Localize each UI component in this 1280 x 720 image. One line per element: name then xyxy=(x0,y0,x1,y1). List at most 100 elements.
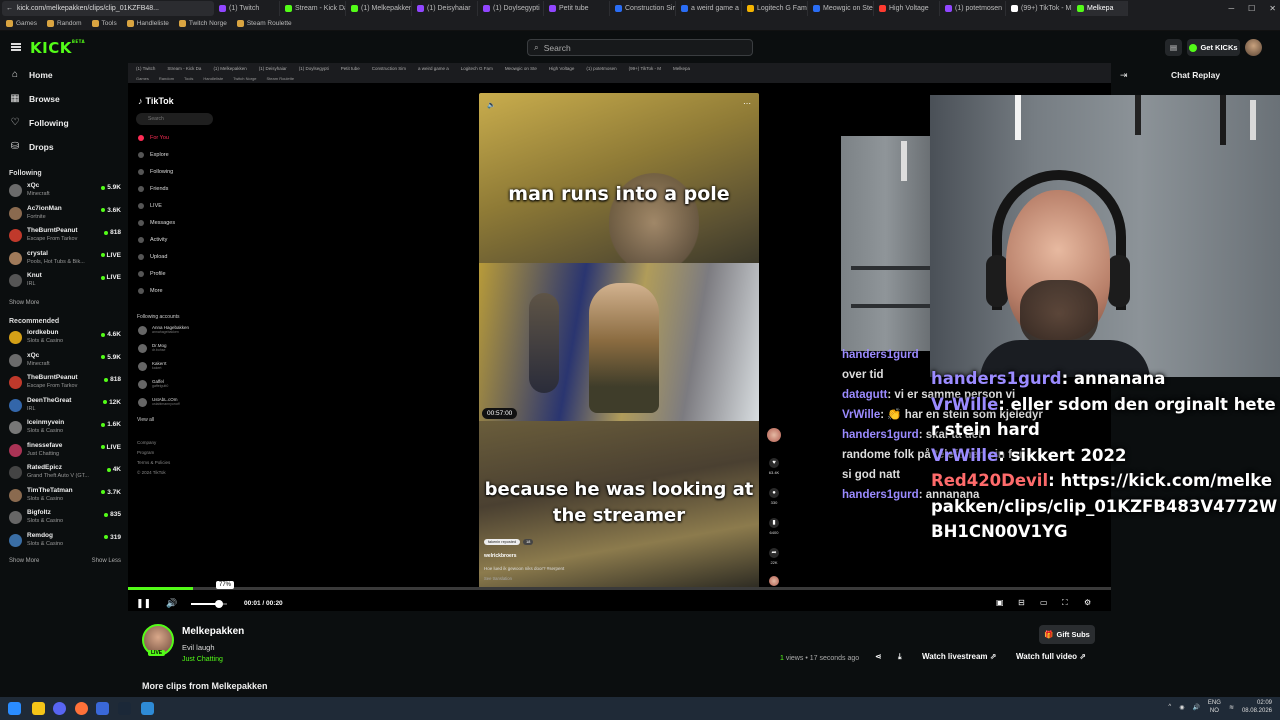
language-indicator[interactable]: ENG NO xyxy=(1208,699,1221,715)
sidebar-channel[interactable]: DeenTheGreat IRL 12K xyxy=(9,396,121,414)
volume-tray-icon[interactable]: 🔊 xyxy=(1192,704,1199,711)
browser-tab[interactable]: (1) potetmosen xyxy=(940,1,1006,16)
volume-knob[interactable] xyxy=(214,600,223,608)
windows-start-icon[interactable] xyxy=(8,702,21,715)
bookmark-item[interactable]: Twitch Norge xyxy=(178,20,227,27)
browser-tab[interactable]: Stream - Kick Da xyxy=(280,1,346,16)
maximize-icon[interactable]: ☐ xyxy=(1248,4,1255,13)
captured-bookmark: Steam Roulette xyxy=(266,76,295,81)
volume-icon[interactable]: 🔊 xyxy=(166,598,177,609)
captured-tab: (99+) TikTok - M xyxy=(628,66,662,71)
watch-livestream-button[interactable]: Watch livestream ⇗ xyxy=(922,652,996,661)
sidebar-channel[interactable]: TheBurntPeanut Escape From Tarkov 818 xyxy=(9,226,121,244)
app-icon-2[interactable] xyxy=(141,702,154,715)
bookmark-item[interactable]: Games xyxy=(6,20,37,27)
clip-category[interactable]: Just Chatting xyxy=(182,656,223,663)
watch-full-video-button[interactable]: Watch full video ⇗ xyxy=(1016,652,1086,661)
browser-tab[interactable]: a weird game a xyxy=(676,1,742,16)
collapse-chat-icon[interactable]: ⇥ xyxy=(1120,70,1128,81)
browser-tab[interactable]: High Voltage xyxy=(874,1,940,16)
sidebar-channel[interactable]: TheBurntPeanut Escape From Tarkov 818 xyxy=(9,373,121,391)
download-icon[interactable]: ⤓ xyxy=(898,652,902,662)
sidebar-channel[interactable]: Iceinmyvein Slots & Casino 1.6K xyxy=(9,418,121,436)
sidebar-nav-following[interactable]: ♡ Following xyxy=(10,118,69,129)
tab-favicon-icon xyxy=(747,5,754,12)
browser-tab[interactable]: Logitech G Fam xyxy=(742,1,808,16)
pause-icon[interactable]: ❚❚ xyxy=(136,598,151,609)
browser-tab[interactable]: (1) Doylsegypti xyxy=(478,1,544,16)
show-more-link[interactable]: Show More xyxy=(9,300,39,306)
sidebar-channel[interactable]: Bigfoltz Slots & Casino 835 xyxy=(9,508,121,526)
clock[interactable]: 02:09 08.08.2026 xyxy=(1242,699,1272,715)
tiktok-search: Search xyxy=(136,113,213,125)
sidebar-channel[interactable]: TimTheTatman Slots & Casino 3.7K xyxy=(9,486,121,504)
browser-tab[interactable]: (1) Melkepakken xyxy=(346,1,412,16)
captured-tab: Petit tube xyxy=(340,66,360,71)
wifi-icon[interactable]: ≋ xyxy=(1229,704,1234,711)
browser-tab[interactable]: Construction Sim xyxy=(610,1,676,16)
network-icon[interactable]: ◉ xyxy=(1179,704,1184,711)
sidebar-channel[interactable]: xQc Minecraft 5.9K xyxy=(9,181,121,199)
channel-avatar xyxy=(9,443,22,457)
file-explorer-icon[interactable] xyxy=(32,702,45,715)
browser-tab[interactable]: Petit tube xyxy=(544,1,610,16)
show-more-link-2[interactable]: Show More xyxy=(9,558,39,564)
sidebar-channel[interactable]: crystal Pools, Hot Tubs & Bik... LIVE xyxy=(9,249,121,267)
progress-bar[interactable] xyxy=(128,587,1111,590)
steam-icon[interactable] xyxy=(118,702,131,715)
like-action: ♥ 63.4K xyxy=(765,458,783,475)
sidebar-nav-drops[interactable]: ⛁ Drops xyxy=(10,142,54,153)
channel-avatar xyxy=(9,421,22,434)
theater-icon[interactable]: ▭ xyxy=(1040,598,1048,607)
settings-icon[interactable]: ⚙ xyxy=(1084,598,1091,607)
sidebar-channel[interactable]: Remdog Slots & Casino 319 xyxy=(9,531,121,549)
sidebar-nav-browse[interactable]: ▦ Browse xyxy=(10,94,59,105)
sidebar-channel[interactable]: Ac7ionMan Fortnite 3.6K xyxy=(9,204,121,222)
app-icon[interactable] xyxy=(96,702,109,715)
volume-tooltip: 77% xyxy=(216,581,235,589)
user-avatar[interactable] xyxy=(1245,39,1262,56)
browser-tab[interactable]: Meowgic on Ste xyxy=(808,1,874,16)
minimize-icon[interactable]: ─ xyxy=(1228,4,1234,13)
browser-tab[interactable]: Melkepa xyxy=(1072,1,1128,16)
bookmark-item[interactable]: Handleliste xyxy=(126,20,169,27)
viewer-count: 4.6K xyxy=(101,331,121,338)
browser-tab[interactable]: (1) Deisyhaiar xyxy=(412,1,478,16)
gift-subs-button[interactable]: 🎁 Gift Subs xyxy=(1039,625,1095,644)
show-less-link[interactable]: Show Less xyxy=(92,558,121,564)
address-bar[interactable]: ← kick.com/melkepakken/clips/clip_01KZFB… xyxy=(2,1,214,16)
sidebar-channel[interactable]: RatedEpicz Grand Theft Auto V (GT... 4K xyxy=(9,463,121,481)
channel-name: xQc xyxy=(27,182,40,189)
get-kicks-button[interactable]: Get KICKs xyxy=(1187,39,1240,56)
bookmark-item[interactable]: Tools xyxy=(91,20,117,27)
sidebar-channel[interactable]: lordkebun Slots & Casino 4.6K xyxy=(9,328,121,346)
tab-label: Construction Sim xyxy=(625,5,676,12)
sidebar-channel[interactable]: xQc Minecraft 5.9K xyxy=(9,351,121,369)
tray-chevron-icon[interactable]: ^ xyxy=(1168,704,1171,710)
tiktok-nav-label: Messages xyxy=(150,220,176,226)
close-icon[interactable]: ✕ xyxy=(1269,4,1276,13)
share-icon[interactable]: ⋖ xyxy=(875,652,882,661)
volume-slider[interactable] xyxy=(191,600,227,608)
firefox-icon[interactable] xyxy=(75,702,88,715)
live-badge: LIVE xyxy=(148,650,166,656)
browser-tab[interactable]: (1) Twitch xyxy=(214,1,280,16)
menu-icon[interactable] xyxy=(11,43,21,51)
sidebar-channel[interactable]: finessefave Just Chatting LIVE xyxy=(9,441,121,459)
discord-icon[interactable] xyxy=(53,702,66,715)
channel-name[interactable]: Melkepakken xyxy=(182,626,244,637)
subtitles-icon[interactable]: ⊟ xyxy=(1018,598,1025,607)
kick-logo[interactable]: KICKBETA xyxy=(30,39,85,57)
sidebar-channel[interactable]: Knut IRL LIVE xyxy=(9,271,121,289)
bookmark-item[interactable]: Steam Roulette xyxy=(236,20,292,27)
search-input[interactable]: ⌕ Search xyxy=(527,39,753,56)
pip-icon[interactable]: ▣ xyxy=(996,598,1004,607)
more-options-icon: ⋯ xyxy=(743,99,751,108)
browser-tab[interactable]: (99+) TikTok - M xyxy=(1006,1,1072,16)
back-icon[interactable]: ← xyxy=(6,5,13,12)
bookmark-item[interactable]: Random xyxy=(46,20,82,27)
library-icon[interactable]: ▤ xyxy=(1165,39,1182,56)
fullscreen-icon[interactable]: ⛶ xyxy=(1062,598,1068,608)
sidebar-nav-home[interactable]: ⌂ Home xyxy=(10,70,53,81)
channel-name: Ac7ionMan xyxy=(27,204,62,212)
